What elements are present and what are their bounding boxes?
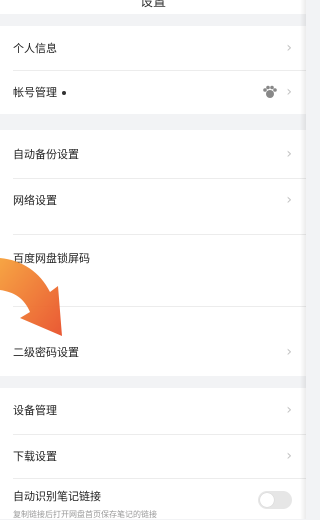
- page-title: 设置: [139, 0, 166, 10]
- top-bar: 设置: [0, 0, 306, 14]
- row-label: 百度网盘锁屏码: [13, 252, 90, 265]
- row-lock-screen-code[interactable]: 百度网盘锁屏码: [0, 236, 306, 280]
- row-personal-info[interactable]: 个人信息 ›: [0, 26, 306, 70]
- row-label: 自动备份设置: [13, 148, 79, 161]
- chevron-right-icon: ›: [286, 40, 292, 56]
- auto-note-link-toggle[interactable]: [258, 491, 292, 509]
- divider: [13, 234, 306, 235]
- row-second-password[interactable]: 二级密码设置 ›: [0, 330, 306, 374]
- row-network-settings[interactable]: 网络设置 ›: [0, 178, 306, 222]
- chevron-right-icon: ›: [286, 448, 292, 464]
- row-label: 网络设置: [13, 194, 57, 207]
- divider: [13, 306, 306, 307]
- chevron-right-icon: ›: [286, 402, 292, 418]
- row-label: 帐号管理: [13, 84, 66, 100]
- row-label-auto-note-link: 自动识别笔记链接: [13, 490, 101, 503]
- row-label: 设备管理: [13, 404, 57, 417]
- row-device-management[interactable]: 设备管理 ›: [0, 388, 306, 432]
- divider: [13, 478, 306, 479]
- bear-paw-icon: [263, 85, 277, 98]
- row-subtext: 复制链接后打开网盘首页保存笔记的链接: [13, 510, 157, 519]
- row-label: 二级密码设置: [13, 346, 79, 359]
- chevron-right-icon: ›: [286, 146, 292, 162]
- settings-group-account: 个人信息 › 帐号管理 ›: [0, 26, 306, 114]
- toggle-knob: [260, 493, 274, 507]
- settings-group-security: 自动备份设置 › 网络设置 › 百度网盘锁屏码 二级密码设置 ›: [0, 130, 306, 376]
- row-label: 下载设置: [13, 450, 57, 463]
- chevron-right-icon: ›: [286, 192, 292, 208]
- right-edge-shadow: [300, 0, 306, 519]
- row-account-management[interactable]: 帐号管理 ›: [0, 70, 306, 114]
- row-label: 个人信息: [13, 42, 57, 55]
- chevron-right-icon: ›: [286, 344, 292, 360]
- row-download-settings[interactable]: 下载设置 ›: [0, 434, 306, 478]
- red-dot-badge: [62, 91, 66, 95]
- chevron-right-icon: ›: [286, 84, 292, 100]
- row-auto-backup[interactable]: 自动备份设置 ›: [0, 132, 306, 176]
